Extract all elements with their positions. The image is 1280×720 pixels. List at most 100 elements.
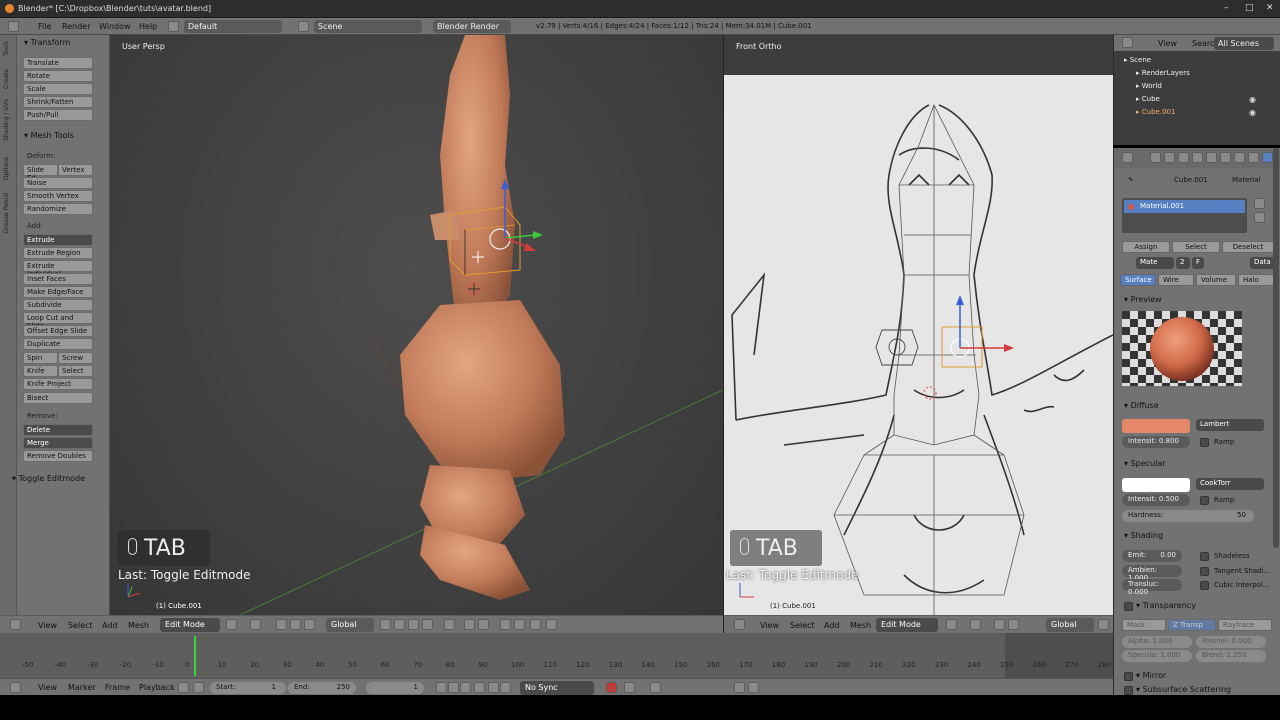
remove-slot-icon[interactable] <box>1254 212 1265 223</box>
visibility-eye-icon[interactable]: ◉ <box>1249 108 1256 117</box>
screen-layout-field[interactable]: Default <box>184 20 282 33</box>
menu-playback[interactable]: Playback <box>139 683 175 692</box>
tab-halo[interactable]: Halo <box>1238 274 1274 286</box>
shrink-fatten-button[interactable]: Shrink/Fatten <box>23 96 93 108</box>
diffuse-intensity-field[interactable]: Intensit: 0.800 <box>1122 436 1190 448</box>
menu-select[interactable]: Select <box>790 621 815 630</box>
translate-button[interactable]: Translate <box>23 57 93 69</box>
shading-panel-header[interactable]: Shading <box>1124 531 1164 540</box>
merge-dropdown[interactable]: Merge <box>23 437 93 449</box>
snap-element-icon[interactable] <box>478 619 489 630</box>
outliner[interactable]: View Search All Scenes ▸ Scene ▸ RenderL… <box>1113 35 1280 145</box>
tab-grease-pencil[interactable]: Grease Pencil <box>3 193 10 234</box>
transform-orientation-select[interactable]: Global <box>326 618 374 632</box>
render-layers-tab-icon[interactable] <box>1164 152 1175 163</box>
specular-panel-header[interactable]: Specular <box>1124 459 1166 468</box>
outliner-item-world[interactable]: ▸ World <box>1136 82 1162 90</box>
specular-shader-select[interactable]: CookTorr <box>1196 478 1264 490</box>
editor-type-icon[interactable] <box>1122 152 1133 163</box>
extrude-region-button[interactable]: Extrude Region <box>23 247 93 259</box>
outliner-item-renderlayers[interactable]: ▸ RenderLayers <box>1136 69 1190 77</box>
scene-field[interactable]: Scene <box>314 20 422 33</box>
editor-type-icon[interactable] <box>10 619 21 630</box>
transparency-ztransp-button[interactable]: Z Transp <box>1168 619 1216 631</box>
sync-mode-select[interactable]: No Sync <box>520 681 594 695</box>
menu-frame[interactable]: Frame <box>105 683 130 692</box>
mirror-checkbox[interactable] <box>1124 672 1133 681</box>
diffuse-panel-header[interactable]: Diffuse <box>1124 401 1159 410</box>
tangent-shading-checkbox[interactable] <box>1200 567 1209 576</box>
menu-add[interactable]: Add <box>824 621 840 630</box>
jump-start-icon[interactable] <box>436 682 447 693</box>
rotate-manipulator-icon[interactable] <box>304 619 315 630</box>
noise-button[interactable]: Noise <box>23 177 93 189</box>
editor-type-icon[interactable] <box>734 619 745 630</box>
preview-panel-header[interactable]: Preview <box>1124 295 1162 304</box>
editor-type-icon[interactable] <box>10 682 21 693</box>
smooth-vertex-button[interactable]: Smooth Vertex <box>23 190 93 202</box>
manipulator-icon[interactable] <box>276 619 287 630</box>
context-material[interactable]: Material <box>1232 176 1260 184</box>
transparency-raytrace-button[interactable]: Raytrace <box>1218 619 1272 631</box>
slide-edge-button[interactable]: Slide Ed <box>23 164 58 182</box>
proportional-edit-icon[interactable] <box>444 619 455 630</box>
play-icon[interactable] <box>474 682 485 693</box>
jump-keyframe-forward-icon[interactable] <box>488 682 499 693</box>
alpha-field[interactable]: Alpha: 1.000 <box>1122 636 1192 648</box>
current-frame-field[interactable]: 1 <box>366 682 424 694</box>
data-tab-icon[interactable] <box>1248 152 1259 163</box>
translucency-field[interactable]: Transluc: 0.000 <box>1122 579 1182 596</box>
shadeless-checkbox[interactable] <box>1200 552 1209 561</box>
extrude-individual-button[interactable]: Extrude Individual <box>23 260 93 278</box>
menu-window[interactable]: Window <box>99 22 131 31</box>
sss-panel-header[interactable]: Subsurface Scattering <box>1136 685 1232 694</box>
start-frame-field[interactable]: Start: 1 <box>210 682 286 694</box>
edge-select-icon[interactable] <box>408 619 419 630</box>
insert-keyframe-icon[interactable] <box>734 682 745 693</box>
shading-mode-icon[interactable] <box>946 619 957 630</box>
constraints-tab-icon[interactable] <box>1220 152 1231 163</box>
menu-mesh[interactable]: Mesh <box>850 621 871 630</box>
minimize-button[interactable]: – <box>1224 3 1229 13</box>
deselect-button[interactable]: Deselect <box>1222 241 1274 253</box>
mesh-tools-panel-header[interactable]: Mesh Tools <box>24 131 74 140</box>
pivot-point-icon[interactable] <box>970 619 981 630</box>
delete-dropdown[interactable]: Delete <box>23 424 93 436</box>
menu-view[interactable]: View <box>760 621 779 630</box>
layers-icon[interactable] <box>1098 619 1109 630</box>
transparency-panel-header[interactable]: Transparency <box>1136 601 1196 610</box>
fresnel-field[interactable]: Fresnel: 0.000 <box>1196 636 1266 648</box>
add-slot-icon[interactable] <box>1254 198 1265 209</box>
offset-edge-slide-button[interactable]: Offset Edge Slide <box>23 325 93 337</box>
assign-button[interactable]: Assign <box>1122 241 1170 253</box>
mirror-panel-header[interactable]: Mirror <box>1136 671 1167 680</box>
visibility-eye-icon[interactable]: ◉ <box>1249 95 1256 104</box>
transparency-mask-button[interactable]: Mask <box>1122 619 1166 631</box>
cubic-interpolation-checkbox[interactable] <box>1200 581 1209 590</box>
tab-tools[interactable]: Tools <box>3 41 10 56</box>
keying-set-icon[interactable] <box>624 682 635 693</box>
tab-shading-uvs[interactable]: Shading / UVs <box>3 99 10 141</box>
autokey-icon[interactable] <box>178 682 189 693</box>
menu-select[interactable]: Select <box>68 621 93 630</box>
subdivide-button[interactable]: Subdivide <box>23 299 93 311</box>
editor-type-icon[interactable] <box>8 21 19 32</box>
outliner-item-scene[interactable]: ▸ Scene <box>1124 56 1151 64</box>
face-select-icon[interactable] <box>422 619 433 630</box>
translate-manipulator-icon[interactable] <box>290 619 301 630</box>
manipulator-icon[interactable] <box>994 619 1005 630</box>
select-button[interactable]: Select <box>1172 241 1220 253</box>
screw-button[interactable]: Screw <box>58 352 93 364</box>
viewport-front-ortho[interactable]: Front Ortho TAB Last: Toggle Editmode (1… <box>724 35 1113 615</box>
rotate-button[interactable]: Rotate <box>23 70 93 82</box>
outliner-item-cube001[interactable]: ▸ Cube.001 <box>1136 108 1175 116</box>
viewport-user-persp[interactable]: User Persp TAB Last: Toggle Editmode (1)… <box>110 35 723 615</box>
vertex-slide-button[interactable]: Vertex <box>58 164 93 176</box>
jump-end-icon[interactable] <box>500 682 511 693</box>
menu-file[interactable]: File <box>38 22 51 31</box>
menu-view[interactable]: View <box>38 621 57 630</box>
knife-select-button[interactable]: Select <box>58 365 93 377</box>
emit-field[interactable]: Emit: 0.00 <box>1122 550 1182 562</box>
menu-marker[interactable]: Marker <box>68 683 96 692</box>
tab-surface[interactable]: Surface <box>1120 274 1156 286</box>
